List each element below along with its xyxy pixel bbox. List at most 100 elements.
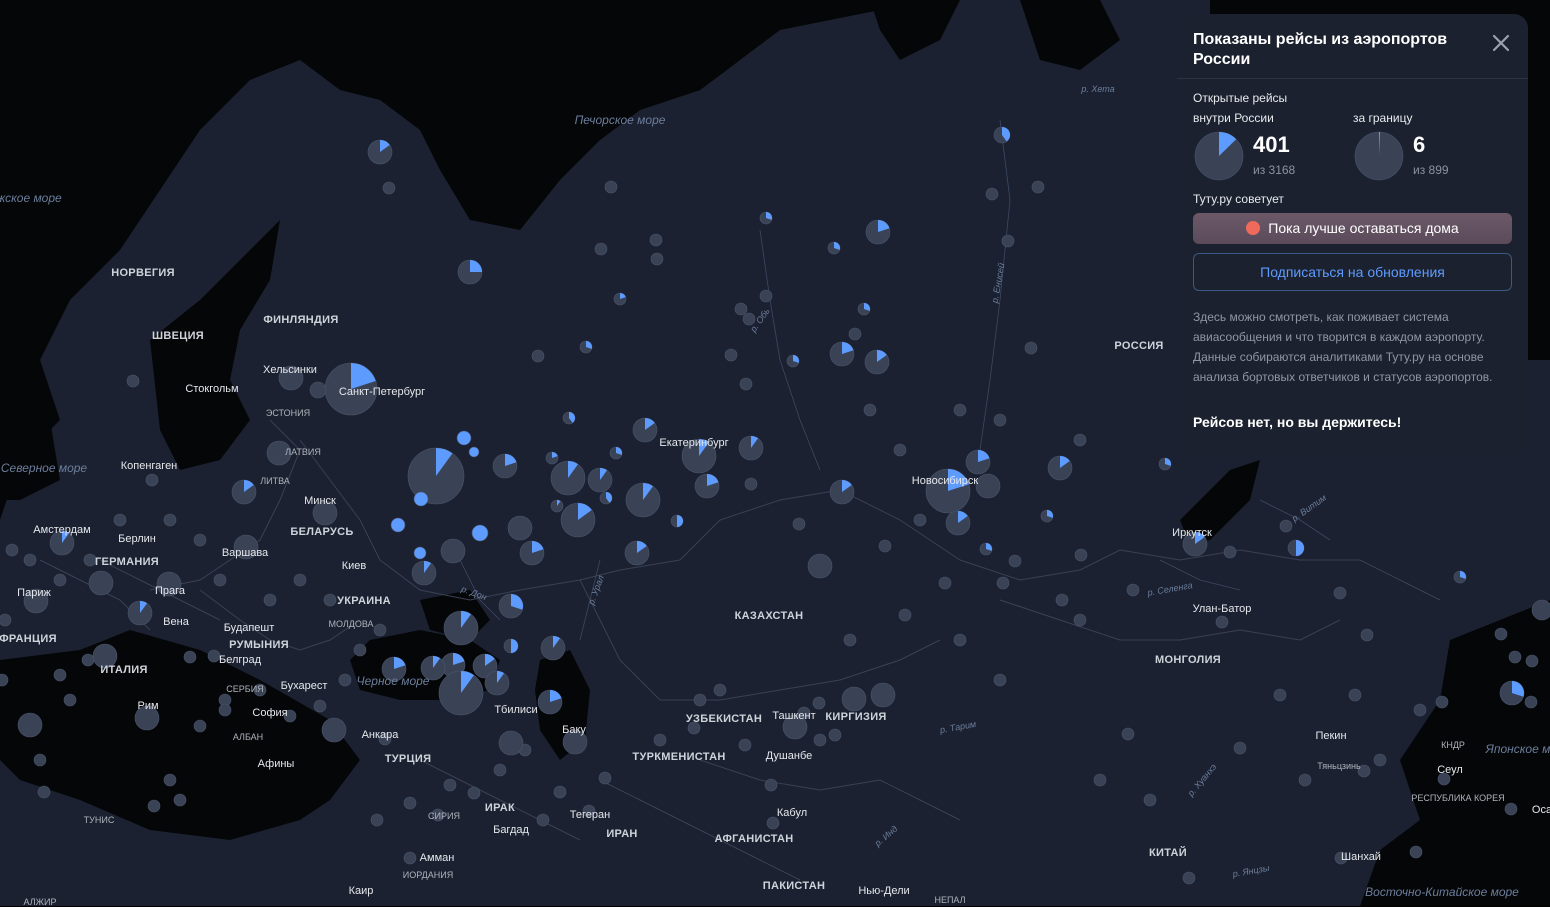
airport-marker-175[interactable]: [693, 693, 707, 707]
airport-marker-96[interactable]: [145, 473, 159, 487]
airport-marker-34[interactable]: [694, 473, 720, 499]
airport-marker-120[interactable]: [766, 816, 780, 830]
airport-marker-111[interactable]: [562, 729, 588, 755]
airport-marker-90[interactable]: [550, 499, 564, 513]
airport-marker-140[interactable]: [253, 683, 267, 697]
airport-marker-11[interactable]: [413, 546, 427, 560]
airport-marker-68[interactable]: [759, 211, 773, 225]
airport-marker-170[interactable]: [493, 763, 507, 777]
airport-marker-94[interactable]: [233, 534, 259, 560]
airport-marker-156[interactable]: [5, 543, 19, 557]
airport-marker-8[interactable]: [456, 430, 472, 446]
airport-marker-24[interactable]: [540, 635, 566, 661]
airport-marker-176[interactable]: [713, 683, 727, 697]
airport-marker-144[interactable]: [353, 643, 367, 657]
airport-marker-109[interactable]: [582, 804, 596, 818]
airport-marker-99[interactable]: [88, 570, 114, 596]
airport-marker-203[interactable]: [993, 413, 1007, 427]
airport-marker-172[interactable]: [553, 785, 567, 799]
airport-marker-154[interactable]: [53, 573, 67, 587]
airport-marker-201[interactable]: [863, 403, 877, 417]
airport-marker-55[interactable]: [1287, 539, 1305, 557]
airport-marker-106[interactable]: [378, 732, 392, 746]
airport-marker-97[interactable]: [49, 530, 75, 556]
airport-marker-79[interactable]: [613, 292, 627, 306]
airport-marker-0[interactable]: [367, 139, 393, 165]
airport-marker-39[interactable]: [744, 477, 758, 491]
airport-marker-59[interactable]: [1499, 680, 1525, 706]
airport-marker-113[interactable]: [812, 696, 826, 710]
abroad-pie-chart[interactable]: [1354, 131, 1404, 181]
airport-marker-14[interactable]: [550, 460, 586, 496]
airport-marker-186[interactable]: [1333, 586, 1347, 600]
airport-marker-29[interactable]: [484, 670, 510, 696]
airport-marker-169[interactable]: [467, 786, 481, 800]
airport-marker-30[interactable]: [537, 689, 563, 715]
airport-marker-103[interactable]: [134, 705, 160, 731]
airport-marker-130[interactable]: [1413, 703, 1427, 717]
airport-marker-153[interactable]: [83, 553, 97, 567]
airport-marker-127[interactable]: [1437, 772, 1451, 786]
airport-marker-67[interactable]: [827, 241, 841, 255]
airport-marker-114[interactable]: [841, 686, 867, 712]
airport-marker-42[interactable]: [807, 553, 833, 579]
airport-marker-93[interactable]: [312, 500, 338, 526]
airport-marker-27[interactable]: [438, 670, 484, 716]
airport-marker-179[interactable]: [898, 608, 912, 622]
airport-marker-66[interactable]: [865, 219, 891, 245]
airport-marker-100[interactable]: [156, 571, 182, 597]
airport-marker-128[interactable]: [1504, 802, 1518, 816]
airport-marker-152[interactable]: [113, 513, 127, 527]
airport-marker-178[interactable]: [843, 633, 857, 647]
airport-marker-22[interactable]: [498, 593, 524, 619]
airport-marker-157[interactable]: [0, 613, 12, 627]
airport-marker-102[interactable]: [92, 643, 118, 669]
airport-marker-204[interactable]: [1073, 433, 1087, 447]
airport-marker-18[interactable]: [507, 515, 533, 541]
airport-marker-31[interactable]: [420, 655, 446, 681]
airport-marker-36[interactable]: [632, 417, 658, 443]
airport-marker-69[interactable]: [857, 302, 871, 316]
airport-marker-181[interactable]: [1008, 554, 1022, 568]
airport-marker-71[interactable]: [864, 349, 890, 375]
airport-marker-137[interactable]: [183, 650, 197, 664]
airport-marker-171[interactable]: [536, 813, 550, 827]
airport-marker-121[interactable]: [813, 733, 827, 747]
airport-marker-151[interactable]: [163, 513, 177, 527]
airport-marker-35[interactable]: [738, 435, 764, 461]
airport-marker-163[interactable]: [147, 799, 161, 813]
airport-marker-45[interactable]: [945, 510, 971, 536]
airport-marker-33[interactable]: [681, 438, 717, 474]
airport-marker-112[interactable]: [498, 730, 524, 756]
airport-marker-58[interactable]: [1531, 599, 1550, 621]
airport-marker-49[interactable]: [1047, 455, 1073, 481]
airport-marker-2[interactable]: [457, 259, 483, 285]
airport-marker-149[interactable]: [213, 573, 227, 587]
airport-marker-160[interactable]: [37, 785, 51, 799]
airport-marker-56[interactable]: [1215, 615, 1229, 629]
airport-marker-124[interactable]: [1334, 851, 1348, 865]
airport-marker-123[interactable]: [1182, 871, 1196, 885]
airport-marker-37[interactable]: [624, 540, 650, 566]
airport-marker-202[interactable]: [953, 403, 967, 417]
airport-marker-189[interactable]: [1348, 688, 1362, 702]
airport-marker-40[interactable]: [792, 517, 806, 531]
airport-marker-1[interactable]: [382, 181, 396, 195]
airport-marker-32[interactable]: [381, 656, 407, 682]
airport-marker-193[interactable]: [1143, 793, 1157, 807]
airport-marker-118[interactable]: [738, 738, 752, 752]
airport-marker-62[interactable]: [985, 187, 999, 201]
airport-marker-92[interactable]: [266, 440, 292, 466]
airport-marker-104[interactable]: [17, 712, 43, 738]
airport-marker-117[interactable]: [797, 706, 811, 720]
airport-marker-143[interactable]: [338, 673, 352, 687]
airport-marker-164[interactable]: [218, 703, 232, 717]
airport-marker-167[interactable]: [431, 808, 445, 822]
airport-marker-84[interactable]: [604, 180, 618, 194]
airport-marker-159[interactable]: [33, 753, 47, 767]
airport-marker-47[interactable]: [965, 449, 991, 475]
airport-marker-101[interactable]: [127, 600, 153, 626]
airport-marker-89[interactable]: [545, 451, 559, 465]
airport-marker-141[interactable]: [283, 709, 297, 723]
airport-marker-63[interactable]: [1001, 234, 1015, 248]
